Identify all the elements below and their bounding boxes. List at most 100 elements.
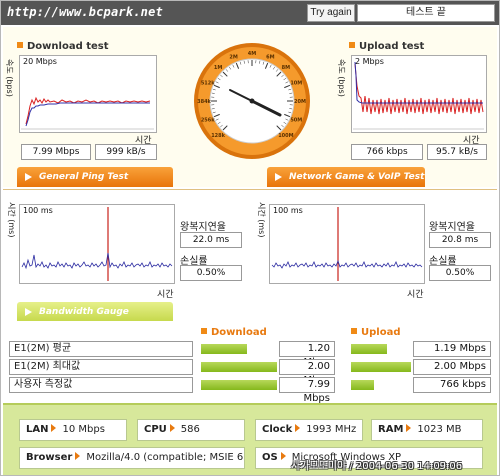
bandwidth-row-label: 사용자 측정값 [9, 377, 193, 393]
bullet-icon [17, 42, 23, 48]
upload-bar-fill [351, 380, 374, 390]
download-series-blue [25, 102, 150, 127]
browser-field: Browser Mozilla/4.0 (compatible; MSIE 6.0 [19, 447, 245, 469]
download-bar [201, 360, 277, 374]
ping-scale: 100 ms [23, 206, 53, 215]
download-series-red [25, 96, 151, 125]
download-bar-fill [201, 380, 277, 390]
arrow-right-icon [51, 424, 57, 432]
upload-bar-value: 2.00 Mbps [413, 359, 491, 375]
upload-scale: 2 Mbps [355, 57, 384, 66]
game-graph: 100 ms [269, 204, 425, 284]
download-speed-mbps: 7.99 Mbps [21, 144, 91, 160]
download-bar-value: 7.99 Mbps [279, 377, 335, 404]
clock-field: Clock 1993 MHz [255, 419, 363, 441]
download-graph-svg [21, 96, 154, 130]
ping-graph-svg [21, 207, 173, 281]
gauge-label: 8M [282, 65, 290, 71]
speed-gauge: 128k 256k 384k 512k 1M 2M 4M 6M 8M 10M 20M 50M 100M [194, 43, 310, 159]
speed-test-window: http://www.bcpark.net Try again 테스트 끝 Do… [0, 0, 500, 476]
upload-series-blue [354, 61, 483, 104]
ping-series [21, 252, 173, 270]
game-graph-svg [271, 207, 423, 281]
gauge-label: 4M [248, 51, 256, 57]
try-again-button[interactable]: Try again [307, 4, 355, 22]
gauge-label: 10M [290, 81, 302, 87]
game-x-label: 시간 [407, 290, 424, 300]
gauge-label: 100M [278, 133, 293, 139]
gauge-label: 1M [214, 65, 222, 71]
download-scale: 20 Mbps [23, 57, 57, 66]
upload-bar-value: 766 kbps [413, 377, 491, 393]
tab-network-game-voip-test[interactable]: Network Game & VoIP Test [267, 167, 425, 187]
arrow-right-icon [25, 173, 32, 181]
tab-bandwidth-gauge[interactable]: Bandwidth Gauge [17, 302, 173, 322]
bandwidth-upload-header: Upload [351, 327, 400, 338]
arrow-right-icon [75, 452, 81, 460]
bullet-icon [351, 328, 357, 334]
download-graph: 20 Mbps [19, 55, 157, 133]
upload-speed-kbps: 766 kbps [351, 144, 423, 160]
gauge-label: 20M [294, 99, 306, 105]
gauge-label: 50M [290, 117, 302, 123]
arrow-right-icon [280, 452, 286, 460]
upload-test-title: Upload test [349, 41, 424, 52]
arrow-right-icon [295, 424, 301, 432]
gauge-label: 128k [211, 133, 225, 139]
gauge-label: 6M [266, 55, 274, 61]
game-scale: 100 ms [273, 206, 303, 215]
game-loss-value: 0.50% [429, 265, 491, 281]
upload-bar [351, 360, 411, 374]
upload-bar-fill [351, 344, 387, 354]
upload-graph-svg [353, 61, 484, 130]
bullet-icon [201, 328, 207, 334]
bandwidth-row-label: E1(2M) 최대값 [9, 359, 193, 375]
lan-field: LAN 10 Mbps [19, 419, 127, 441]
bandwidth-download-header: Download [201, 327, 267, 338]
gauge-label: 2M [229, 55, 237, 61]
download-test-title: Download test [17, 41, 109, 52]
ping-x-label: 시간 [157, 290, 174, 300]
test-status: 테스트 끝 [357, 4, 495, 22]
game-rtt-value: 20.8 ms [429, 232, 491, 248]
gauge-label: 384k [197, 99, 211, 105]
ping-y-unit: 시간 (ms) [7, 202, 16, 238]
game-series [271, 259, 423, 269]
download-y-unit: 속도 (bps) [5, 59, 14, 97]
upload-graph: 2 Mbps [351, 55, 487, 133]
download-bar-fill [201, 362, 277, 372]
upload-y-unit: 속도 (bps) [337, 59, 346, 97]
ping-rtt-value: 22.0 ms [180, 232, 242, 248]
ram-field: RAM 1023 MB [371, 419, 483, 441]
gauge-hub [249, 98, 255, 104]
upload-bar [351, 342, 411, 356]
ping-graph: 100 ms [19, 204, 175, 284]
download-bar [201, 378, 277, 392]
arrow-right-icon [406, 424, 412, 432]
arrow-right-icon [169, 424, 175, 432]
ping-rtt-label: 왕복지연율 [180, 222, 226, 233]
bandwidth-row-label: E1(2M) 평균 [9, 341, 193, 357]
cpu-field: CPU 586 [137, 419, 245, 441]
download-speed-kbs: 999 kB/s [95, 144, 157, 160]
tab-general-ping-test[interactable]: General Ping Test [17, 167, 173, 187]
top-bar: http://www.bcpark.net Try again 테스트 끝 [1, 1, 499, 25]
upload-series-red [354, 63, 484, 115]
game-rtt-label: 왕복지연율 [429, 222, 475, 233]
download-bar-fill [201, 344, 247, 354]
ping-loss-value: 0.50% [180, 265, 242, 281]
bullet-icon [349, 42, 355, 48]
capture-timestamp: 사가모또미야 / 2004-06-30 14:09:06 [291, 461, 463, 472]
upload-speed-kbs: 95.7 kB/s [427, 144, 487, 160]
download-bar-value: 2.00 Mbps [279, 359, 335, 386]
ping-panel: 시간 (ms) 100 ms 시간 왕복지연율 22.0 ms 손실률 0.50… [3, 189, 497, 322]
bandwidth-panel: Download Upload E1(2M) 평균 1.20 Mbps 1.19… [3, 321, 497, 404]
upload-bar-value: 1.19 Mbps [413, 341, 491, 357]
download-bar-value: 1.20 Mbps [279, 341, 335, 368]
site-url: http://www.bcpark.net [7, 5, 163, 19]
upload-bar-fill [351, 362, 411, 372]
arrow-right-icon [25, 308, 32, 316]
download-bar [201, 342, 277, 356]
game-y-unit: 시간 (ms) [257, 202, 266, 238]
gauge-label: 256k [201, 117, 215, 123]
